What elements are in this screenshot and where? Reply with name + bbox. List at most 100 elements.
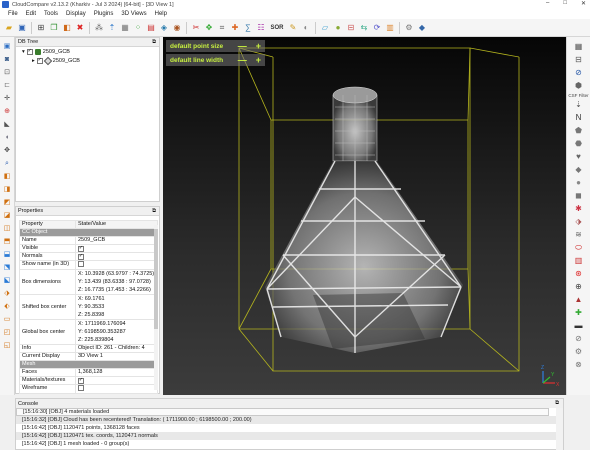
tree-item-mesh[interactable]: ▸ ✓ 2509_GCB [16, 56, 159, 65]
expand-arrow-icon[interactable]: ▸ [32, 58, 35, 64]
compass-icon[interactable]: ⊘ [573, 67, 585, 79]
palette-icon[interactable]: ✚ [573, 307, 585, 319]
menu-3d-views[interactable]: 3D Views [121, 11, 146, 17]
menu-edit[interactable]: Edit [26, 11, 36, 17]
segment-icon[interactable]: ✂ [190, 22, 202, 34]
tree-item-checkbox[interactable]: ✓ [36, 57, 43, 64]
minimize-button[interactable]: – [546, 0, 549, 7]
3d-viewport[interactable]: X Y Z default point size — + default lin… [163, 37, 566, 395]
view-back-icon[interactable]: ◪ [2, 210, 13, 221]
undock-icon[interactable]: ⧉ [152, 39, 156, 46]
python-icon[interactable]: ◆ [416, 22, 428, 34]
iso-view-2-icon[interactable]: ⬔ [2, 262, 13, 273]
compass-plugin-icon[interactable]: ⊕ [573, 281, 585, 293]
move-icon[interactable]: ✥ [2, 145, 13, 156]
materials-checkbox[interactable]: ✓ [78, 377, 84, 384]
rotation-icon[interactable]: ⬖ [2, 301, 13, 312]
zoom-selected-icon[interactable]: ⬗ [2, 288, 13, 299]
merge-icon[interactable]: ◧ [61, 22, 73, 34]
iso-view-1-icon[interactable]: ⬓ [2, 249, 13, 260]
qsra-icon[interactable]: ▲ [573, 294, 585, 306]
scrollbar-thumb[interactable] [154, 229, 158, 329]
ellipse-icon[interactable]: ⬭ [573, 242, 585, 254]
undock-icon[interactable]: ⧉ [152, 208, 156, 215]
pivot-icon[interactable]: ✛ [2, 93, 13, 104]
translate-rotate-icon[interactable]: ✥ [203, 22, 215, 34]
name-value[interactable]: 2509_GCB [75, 236, 158, 245]
sphere-icon[interactable]: ● [332, 22, 344, 34]
bar-icon[interactable]: ▬ [573, 320, 585, 332]
light-icon[interactable]: ◣ [2, 119, 13, 130]
label-icon[interactable]: ✎ [287, 22, 299, 34]
canupo-icon[interactable]: ⬟ [573, 125, 585, 137]
north-icon[interactable]: N [573, 112, 585, 124]
menu-display[interactable]: Display [66, 11, 86, 17]
current-display-select[interactable]: 3D View 1 [75, 352, 158, 361]
crop-icon[interactable]: ⌗ [216, 22, 228, 34]
octree-icon[interactable]: ▦ [119, 22, 131, 34]
split-icon[interactable]: ⊟ [573, 54, 585, 66]
gear-icon[interactable]: ⚙ [573, 346, 585, 358]
noise-filter-icon[interactable]: SOR [268, 22, 286, 34]
delete-icon[interactable]: ✖ [74, 22, 86, 34]
heart-icon[interactable]: ♥ [573, 151, 585, 163]
scalar-field-icon[interactable]: ▤ [145, 22, 157, 34]
full-screen-icon[interactable]: ▭ [2, 314, 13, 325]
point-list-icon[interactable]: ☷ [255, 22, 267, 34]
center-icon[interactable]: ⊕ [2, 106, 13, 117]
cloud-cloud-distance-icon[interactable]: ◈ [158, 22, 170, 34]
plugins-icon[interactable]: ⚙ [403, 22, 415, 34]
properties-scrollbar[interactable] [154, 225, 158, 390]
view-right-icon[interactable]: ◫ [2, 223, 13, 234]
tree-item-checkbox[interactable]: ✓ [26, 48, 33, 55]
tree-item-group[interactable]: ▾ ✓ 2509_GCB [16, 47, 159, 56]
stop-icon[interactable]: ⊘ [573, 333, 585, 345]
zoom-icon[interactable]: ⌕ [2, 158, 13, 169]
histogram-icon[interactable]: ▥ [384, 22, 396, 34]
scale-icon[interactable]: ▥ [573, 255, 585, 267]
camera-icon[interactable]: ◙ [2, 54, 13, 65]
normals-icon[interactable]: ⇡ [106, 22, 118, 34]
icp-icon[interactable]: ⟳ [371, 22, 383, 34]
plane-icon[interactable]: ▱ [319, 22, 331, 34]
save-icon[interactable]: ▣ [16, 22, 28, 34]
normals-checkbox[interactable]: ✓ [78, 253, 84, 260]
facets-icon[interactable]: ⬣ [573, 138, 585, 150]
visible-checkbox[interactable]: ✓ [78, 245, 84, 252]
view-front-icon[interactable]: ◨ [2, 184, 13, 195]
view-3d-icon[interactable]: ▣ [2, 41, 13, 52]
sample-points-icon[interactable]: ⁂ [93, 22, 105, 34]
menu-plugins[interactable]: Plugins [94, 11, 114, 17]
animation-icon[interactable]: ⊛ [573, 268, 585, 280]
collapse-arrow-icon[interactable]: ▾ [22, 49, 25, 55]
point-size-increase-button[interactable]: + [256, 41, 261, 51]
register-icon[interactable]: ⇆ [358, 22, 370, 34]
wireframe-checkbox[interactable] [78, 385, 84, 391]
subsample-icon[interactable]: ⁘ [132, 22, 144, 34]
line-width-decrease-button[interactable]: — [238, 55, 247, 65]
view-left-icon[interactable]: ◩ [2, 197, 13, 208]
zoom-fit-icon[interactable]: ⬕ [2, 275, 13, 286]
stereo-icon[interactable]: ◱ [2, 340, 13, 351]
global-shift-icon[interactable]: ⊞ [35, 22, 47, 34]
sun-icon[interactable]: ◖ [2, 132, 13, 143]
sphere-tool-icon[interactable]: ● [573, 177, 585, 189]
perspective-icon[interactable]: ⊡ [2, 67, 13, 78]
hidden-point-removal-icon[interactable]: ⇣ [573, 99, 585, 111]
csf-filter-label[interactable]: CSF Filter [568, 93, 588, 98]
layers-icon[interactable]: ≋ [573, 229, 585, 241]
undock-icon[interactable]: ⧉ [555, 400, 559, 407]
shield-icon[interactable]: ⬢ [573, 80, 585, 92]
maximize-button[interactable]: □ [563, 0, 567, 7]
grid-icon[interactable]: ▦ [573, 41, 585, 53]
menu-help[interactable]: Help [155, 11, 167, 17]
orthographic-icon[interactable]: ⊏ [2, 80, 13, 91]
point-size-decrease-button[interactable]: — [238, 41, 247, 51]
color-tool-icon[interactable]: ✱ [573, 203, 585, 215]
hide-icon[interactable]: ◐ [300, 22, 312, 34]
compute-icon[interactable]: ∑ [242, 22, 254, 34]
console-scrollbar[interactable] [556, 408, 563, 450]
menu-tools[interactable]: Tools [44, 11, 58, 17]
close-button[interactable]: ✕ [581, 0, 586, 7]
show-name-checkbox[interactable] [78, 261, 84, 267]
